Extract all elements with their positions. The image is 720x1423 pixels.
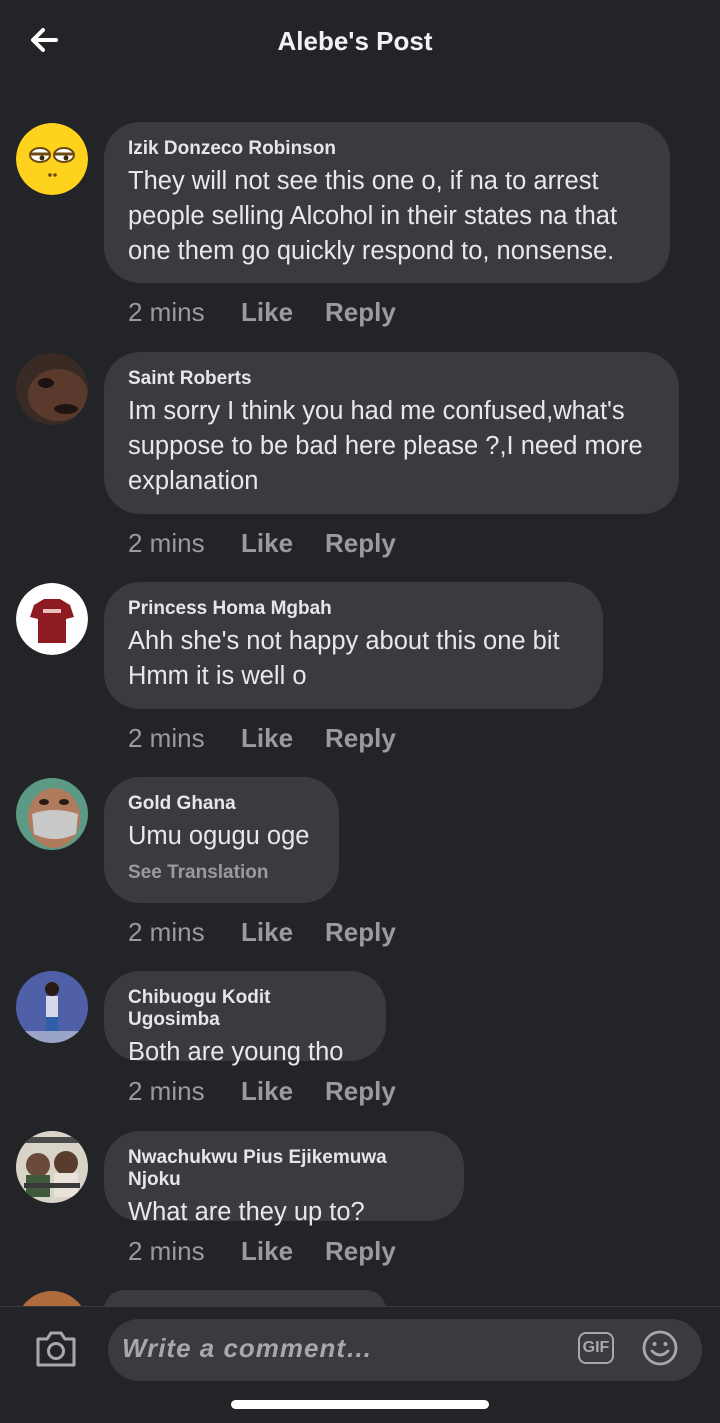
- like-button[interactable]: Like: [241, 1236, 325, 1267]
- emoji-face-avatar-icon: [16, 123, 88, 195]
- avatar[interactable]: [16, 778, 88, 850]
- comment-time: 2 mins: [128, 528, 205, 558]
- comment-text: They will not see this one o, if na to a…: [128, 167, 618, 265]
- comment-author[interactable]: Nwachukwu Pius Ejikemuwa Njoku: [128, 1147, 440, 1191]
- comment-input-placeholder: Write a comment…: [122, 1333, 374, 1363]
- comment-author[interactable]: Izik Donzeco Robinson: [128, 138, 646, 160]
- comment-input[interactable]: Write a comment… GIF: [108, 1319, 702, 1381]
- comment-bubble[interactable]: Nwachukwu Pius Ejikemuwa Njoku What are …: [104, 1131, 464, 1226]
- top-bar: Alebe's Post: [0, 0, 720, 90]
- reply-button[interactable]: Reply: [325, 528, 396, 559]
- comment-text: Ahh she's not happy about this one bit H…: [128, 627, 560, 690]
- camera-icon[interactable]: [34, 1329, 78, 1369]
- person-avatar-icon: [16, 971, 88, 1043]
- like-button[interactable]: Like: [241, 1076, 325, 1107]
- comment-bubble[interactable]: Izik Donzeco Robinson They will not see …: [104, 122, 670, 283]
- reply-button[interactable]: Reply: [325, 917, 396, 948]
- comment-actions: 2 mins Like Reply: [128, 917, 396, 948]
- comment-text: Umu ogugu oge: [128, 822, 310, 850]
- comment-actions: 2 mins Like Reply: [128, 723, 396, 754]
- avatar[interactable]: [16, 1131, 88, 1203]
- comment-author[interactable]: Princess Homa Mgbah: [128, 598, 579, 620]
- comment-actions: 2 mins Like Reply: [128, 1076, 396, 1107]
- masked-face-avatar-icon: [16, 778, 88, 850]
- reply-button[interactable]: Reply: [325, 1076, 396, 1107]
- like-button[interactable]: Like: [241, 528, 325, 559]
- photo-avatar-icon: [16, 353, 88, 425]
- like-button[interactable]: Like: [241, 723, 325, 754]
- reply-button[interactable]: Reply: [325, 1236, 396, 1267]
- comment-text: What are they up to?: [128, 1198, 365, 1226]
- comment-time: 2 mins: [128, 917, 205, 947]
- like-button[interactable]: Like: [241, 917, 325, 948]
- comment-bubble[interactable]: Saint Roberts Im sorry I think you had m…: [104, 352, 679, 514]
- avatar[interactable]: [16, 353, 88, 425]
- gif-button[interactable]: GIF: [578, 1332, 614, 1364]
- meme-avatar-icon: [16, 1131, 88, 1203]
- comment-author[interactable]: Chibuogu Kodit Ugosimba: [128, 987, 362, 1031]
- comment-bubble[interactable]: Chibuogu Kodit Ugosimba Both are young t…: [104, 971, 386, 1066]
- comment-bubble[interactable]: Princess Homa Mgbah Ahh she's not happy …: [104, 582, 603, 709]
- comment-actions: 2 mins Like Reply: [128, 297, 396, 328]
- comment-time: 2 mins: [128, 297, 205, 327]
- avatar[interactable]: [16, 123, 88, 195]
- comment-text: Both are young tho: [128, 1038, 344, 1066]
- reply-button[interactable]: Reply: [325, 723, 396, 754]
- avatar[interactable]: [16, 583, 88, 655]
- reply-button[interactable]: Reply: [325, 297, 396, 328]
- comment-text: Im sorry I think you had me confused,wha…: [128, 397, 643, 495]
- home-indicator[interactable]: [231, 1400, 489, 1409]
- comment-bubble[interactable]: Gold Ghana Umu ogugu oge See Translation: [104, 777, 339, 903]
- see-translation-link[interactable]: See Translation: [128, 862, 315, 884]
- avatar[interactable]: [16, 971, 88, 1043]
- comment-actions: 2 mins Like Reply: [128, 528, 396, 559]
- like-button[interactable]: Like: [241, 297, 325, 328]
- comment-author[interactable]: Saint Roberts: [128, 368, 655, 390]
- smiley-icon[interactable]: [642, 1330, 678, 1366]
- comment-time: 2 mins: [128, 1236, 205, 1266]
- page-title: Alebe's Post: [277, 26, 433, 56]
- comment-actions: 2 mins Like Reply: [128, 1236, 396, 1267]
- tshirt-avatar-icon: [16, 583, 88, 655]
- comment-time: 2 mins: [128, 723, 205, 753]
- comment-author[interactable]: Gold Ghana: [128, 793, 315, 815]
- comment-time: 2 mins: [128, 1076, 205, 1106]
